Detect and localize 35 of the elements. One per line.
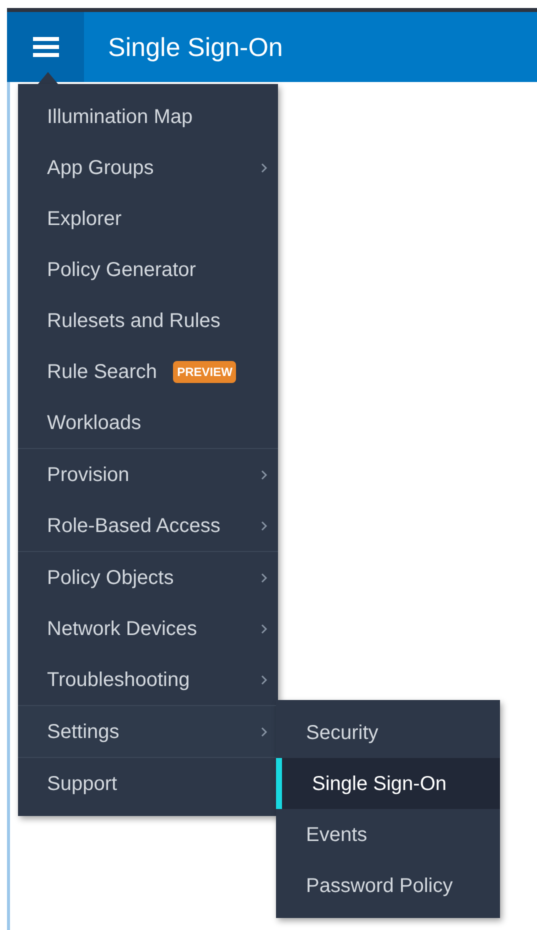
menu-item-label: Provision [47, 462, 130, 488]
preview-badge: PREVIEW [173, 360, 236, 382]
menu-item-label: Rule Search [47, 360, 158, 384]
menu-item-label: Troubleshooting [47, 668, 190, 692]
menu-button[interactable] [7, 12, 84, 82]
menu-item-label: Role-Based Access [47, 514, 220, 538]
submenu-item[interactable]: Password Policy [276, 860, 500, 911]
menu-item-label: Rulesets and Rules [47, 308, 220, 334]
menu-item-label: Policy Generator [47, 258, 196, 282]
menu-item-label: Illumination Map [47, 104, 193, 130]
menu-item-label: Explorer [47, 206, 122, 232]
menu-item[interactable]: Explorer [18, 193, 278, 244]
submenu-item[interactable]: Security [276, 707, 500, 758]
menu-item[interactable]: Policy Objects [18, 552, 278, 603]
menu-item[interactable]: Troubleshooting [18, 654, 278, 705]
menu-item[interactable]: Network Devices [18, 603, 278, 654]
menu-item[interactable]: App Groups [18, 142, 278, 193]
menu-item-label: Policy Objects [47, 566, 174, 590]
menu-item[interactable]: Rulesets and Rules [18, 295, 278, 346]
menu-item[interactable]: Rule Search PREVIEW [18, 346, 278, 397]
submenu-item[interactable]: Events [276, 809, 500, 860]
menu-item-label: Settings [47, 720, 120, 744]
submenu-item[interactable]: Single Sign-On [276, 758, 500, 809]
menu-item[interactable]: Provision [18, 449, 278, 500]
page-title: Single Sign-On [108, 30, 283, 64]
menu-item-label: Support [47, 772, 118, 796]
menu-item[interactable]: Illumination Map [18, 91, 278, 142]
menu-item[interactable]: Support [18, 758, 278, 809]
menu-icon [32, 36, 58, 58]
menu-item-label: Network Devices [47, 616, 198, 642]
menu-item[interactable]: Policy Generator [18, 244, 278, 295]
menu-item-label: App Groups [47, 156, 154, 180]
menu-item[interactable]: Workloads [18, 397, 278, 448]
menu-item-label: Workloads [47, 410, 142, 436]
menu-item[interactable]: Role-Based Access [18, 500, 278, 551]
